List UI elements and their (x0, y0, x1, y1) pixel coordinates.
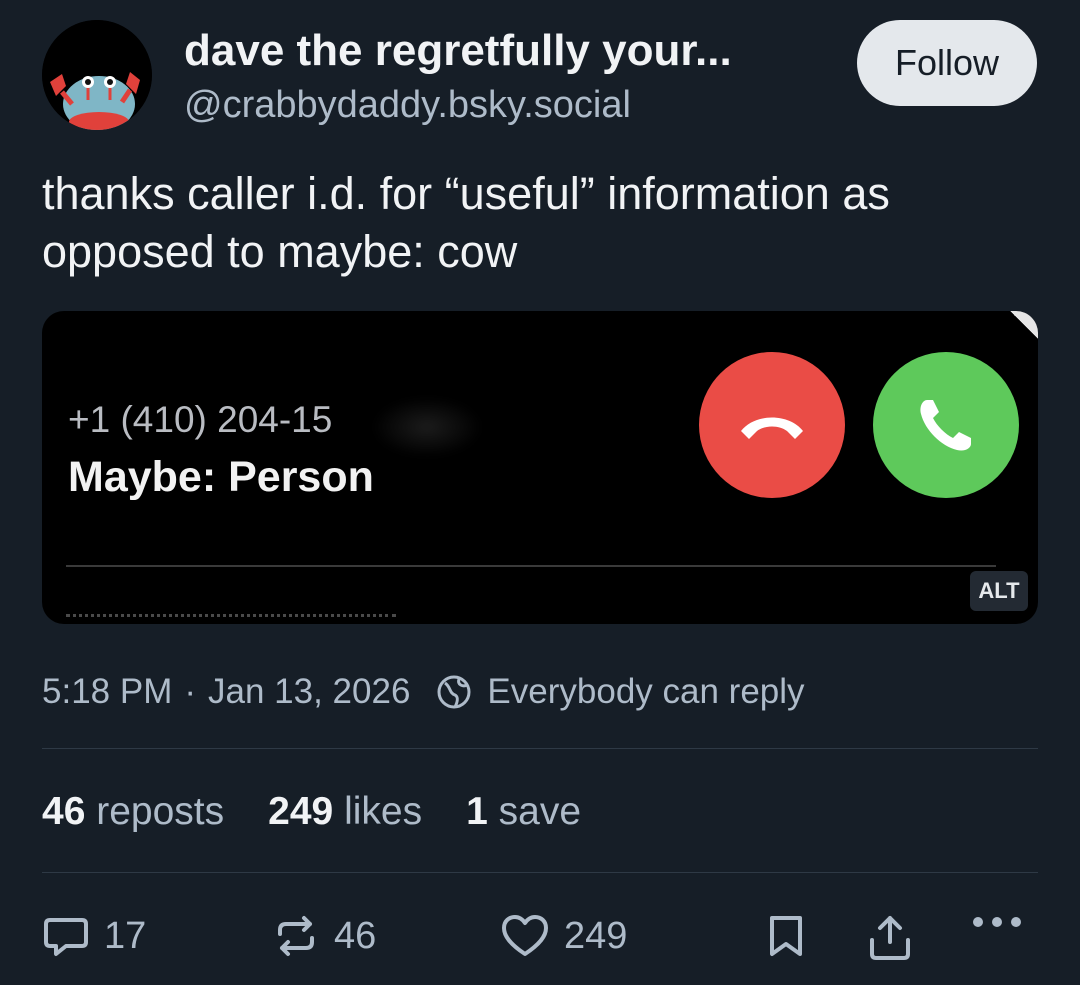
repost-icon (272, 912, 320, 960)
post-time[interactable]: 5:18 PM (42, 672, 172, 712)
decline-call-button (699, 352, 845, 498)
reposts-stat[interactable]: 46 reposts (42, 790, 224, 834)
divider (42, 748, 1038, 749)
globe-icon (435, 673, 473, 711)
meta-separator: · (184, 672, 197, 711)
heart-icon (500, 912, 550, 960)
alt-text-badge[interactable]: ALT (970, 571, 1028, 611)
hang-up-icon (741, 417, 803, 439)
phone-icon (920, 400, 971, 451)
ellipsis-icon (970, 912, 1024, 932)
post-date[interactable]: Jan 13, 2026 (208, 672, 410, 712)
share-button[interactable] (866, 912, 928, 962)
accept-call-button (873, 352, 1019, 498)
like-button[interactable]: 249 (500, 912, 627, 960)
image-corner (998, 311, 1038, 351)
reply-count: 17 (104, 914, 147, 957)
post-text-line-1: thanks caller i.d. for “useful” informat… (42, 168, 890, 219)
share-icon (866, 912, 914, 962)
blurred-digits (372, 397, 482, 457)
display-name[interactable]: dave the regretfully your... (184, 26, 732, 76)
post-meta: 5:18 PM · Jan 13, 2026 Everybody can rep… (42, 672, 805, 712)
repost-count: 46 (334, 914, 377, 957)
post-text-line-2: opposed to maybe: cow (42, 226, 518, 277)
saves-stat[interactable]: 1 save (466, 790, 581, 834)
more-options-button[interactable] (970, 912, 1038, 932)
avatar[interactable] (42, 20, 152, 130)
reply-setting[interactable]: Everybody can reply (487, 672, 804, 712)
caller-id-label: Maybe: Person (68, 453, 374, 501)
crab-avatar-icon (42, 20, 152, 130)
repost-button[interactable]: 46 (272, 912, 376, 960)
divider (42, 872, 1038, 873)
reply-button[interactable]: 17 (42, 912, 146, 960)
likes-stat[interactable]: 249 likes (268, 790, 422, 834)
follow-button[interactable]: Follow (857, 20, 1037, 106)
like-count: 249 (564, 914, 628, 957)
cropped-text (66, 614, 396, 622)
bookmark-icon (764, 912, 808, 960)
post-image[interactable]: +1 (410) 204-15 Maybe: Person ALT (42, 311, 1038, 624)
image-divider (66, 565, 996, 567)
bookmark-button[interactable] (764, 912, 822, 960)
engagement-stats: 46 reposts 249 likes 1 save (42, 790, 625, 834)
post-text: thanks caller i.d. for “useful” informat… (42, 165, 1022, 281)
caller-phone-number: +1 (410) 204-15 (68, 399, 333, 440)
reply-icon (42, 912, 90, 960)
author-handle[interactable]: @crabbydaddy.bsky.social (184, 84, 631, 127)
